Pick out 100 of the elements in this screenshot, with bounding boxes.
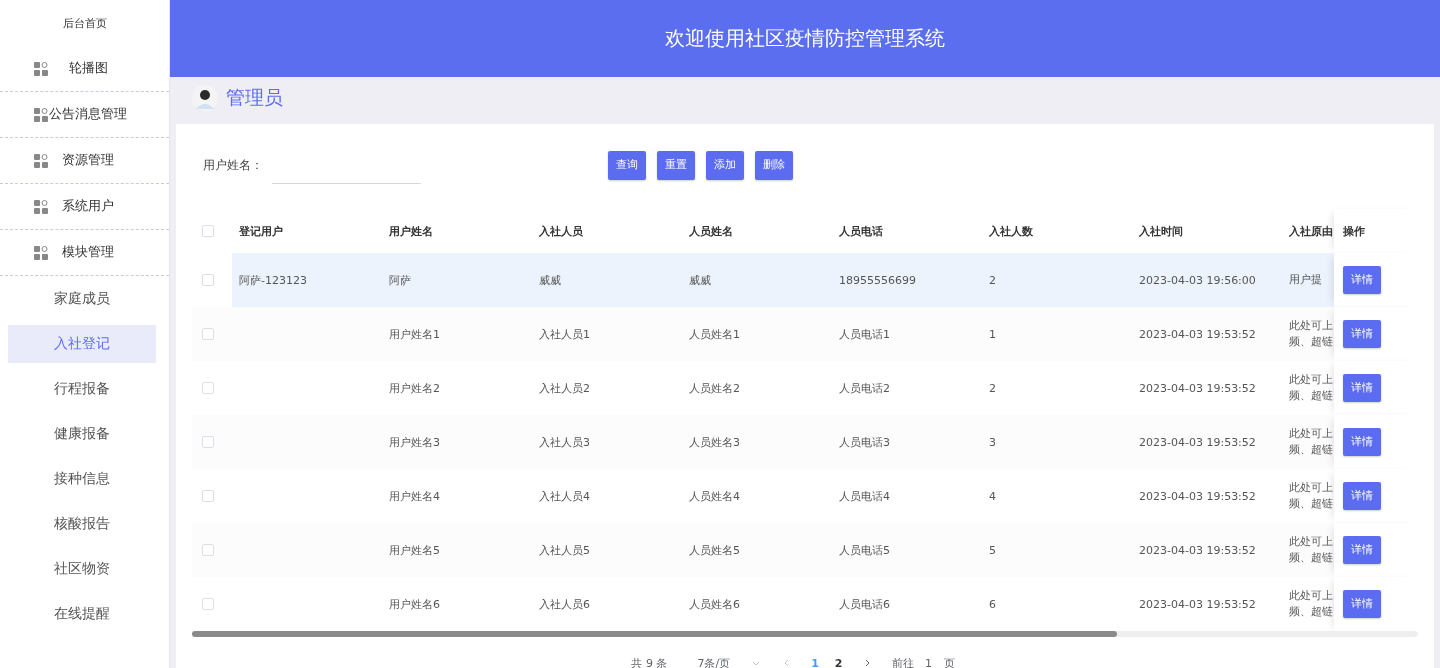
- checkbox[interactable]: [202, 382, 214, 394]
- table-cell: 入社人员5: [539, 542, 590, 558]
- table-cell: 用户姓名6: [389, 596, 440, 612]
- table-cell: 2023-04-03 19:53:52: [1139, 489, 1256, 503]
- table-cell: 用户姓名5: [389, 542, 440, 558]
- menu-item[interactable]: 轮播图: [48, 60, 128, 77]
- page-title: 欢迎使用社区疫情防控管理系统: [665, 25, 945, 52]
- table-cell-text: 用户提: [1289, 272, 1323, 288]
- column-header: 入社原由: [1289, 223, 1333, 239]
- table-cell: 人员姓名5: [689, 542, 740, 558]
- column-header: 入社人数: [989, 223, 1033, 239]
- menu-item[interactable]: 公告消息管理: [48, 106, 128, 123]
- checkbox[interactable]: [202, 490, 214, 502]
- table-cell: 2023-04-03 19:53:52: [1139, 597, 1256, 611]
- column-header: 用户姓名: [389, 223, 433, 239]
- table-cell: 入社人员2: [539, 380, 590, 396]
- checkbox[interactable]: [202, 544, 214, 556]
- table-cell: 此处可上频、超链: [1289, 372, 1334, 404]
- table-cell: 此处可上频、超链: [1289, 318, 1334, 350]
- menu-item[interactable]: 系统用户: [48, 198, 128, 215]
- table-cell: 人员姓名4: [689, 488, 740, 504]
- table-cell: 用户姓名1: [389, 326, 440, 342]
- submenu-item[interactable]: 入社登记: [8, 324, 156, 363]
- table-cell: 入社人员1: [539, 326, 590, 342]
- toolbar-button[interactable]: 添加: [706, 150, 744, 180]
- goto-label: 前往: [891, 655, 914, 668]
- table-cell: 用户姓名4: [389, 488, 440, 504]
- page-number[interactable]: 2: [834, 656, 843, 668]
- next-page-icon[interactable]: [864, 659, 870, 667]
- toolbar-button[interactable]: 重置: [657, 150, 695, 180]
- table-cell: 人员电话2: [839, 380, 890, 396]
- checkbox[interactable]: [202, 598, 214, 610]
- grid-icon: [34, 199, 48, 214]
- table-cell: 威威: [689, 272, 711, 288]
- table-cell: 此处可上频、超链: [1289, 480, 1334, 512]
- column-header: 人员电话: [839, 223, 883, 239]
- table-cell: 4: [989, 489, 996, 503]
- column-header: 操作: [1343, 223, 1365, 239]
- table-cell: 人员姓名3: [689, 434, 740, 450]
- table-cell: 此处可上频、超链: [1289, 426, 1334, 458]
- checkbox[interactable]: [202, 225, 214, 237]
- details-button[interactable]: 详情: [1343, 428, 1381, 456]
- total-count: 共 9 条: [631, 655, 668, 668]
- table-cell: 入社人员3: [539, 434, 590, 450]
- details-button[interactable]: 详情: [1343, 320, 1381, 348]
- grid-icon: [34, 153, 48, 168]
- details-button[interactable]: 详情: [1343, 590, 1381, 618]
- submenu-item[interactable]: 核酸报告: [8, 504, 156, 543]
- table-cell: 此处可上频、超链: [1289, 588, 1334, 620]
- page-size-select[interactable]: 7条/页: [697, 655, 731, 668]
- table-cell: 6: [989, 597, 996, 611]
- table-cell: 2023-04-03 19:53:52: [1139, 543, 1256, 557]
- checkbox[interactable]: [202, 328, 214, 340]
- submenu-item[interactable]: 行程报备: [8, 369, 156, 408]
- page-unit: 页: [943, 655, 955, 668]
- submenu-item[interactable]: 家庭成员: [8, 279, 156, 318]
- table-cell: 用户姓名3: [389, 434, 440, 450]
- submenu-item[interactable]: 接种信息: [8, 459, 156, 498]
- table-cell: 2023-04-03 19:53:52: [1139, 327, 1256, 341]
- table-cell: 威威: [539, 272, 561, 288]
- toolbar-button[interactable]: 删除: [755, 150, 793, 180]
- table-cell: 18955556699: [839, 273, 916, 287]
- submenu-item[interactable]: 在线提醒: [8, 594, 156, 633]
- toolbar-button[interactable]: 查询: [608, 150, 646, 180]
- table-cell: 人员电话5: [839, 542, 890, 558]
- menu-item[interactable]: 资源管理: [48, 152, 128, 169]
- table-cell: 2023-04-03 19:53:52: [1139, 435, 1256, 449]
- column-header: 入社人员: [539, 223, 583, 239]
- table-cell: 入社人员4: [539, 488, 590, 504]
- grid-icon: [34, 107, 48, 122]
- table-cell: 1: [989, 327, 996, 341]
- submenu-item[interactable]: 健康报备: [8, 414, 156, 453]
- details-button[interactable]: 详情: [1343, 482, 1381, 510]
- details-button[interactable]: 详情: [1343, 266, 1381, 294]
- table-cell: 2023-04-03 19:56:00: [1139, 273, 1256, 287]
- details-button[interactable]: 详情: [1343, 374, 1381, 402]
- scrollbar[interactable]: [192, 631, 1418, 637]
- table-cell: 人员姓名2: [689, 380, 740, 396]
- previous-page-icon[interactable]: [784, 659, 790, 667]
- column-header: 入社时间: [1139, 223, 1183, 239]
- caret-icon[interactable]: [752, 660, 761, 666]
- details-button[interactable]: 详情: [1343, 536, 1381, 564]
- table-cell: 人员电话3: [839, 434, 890, 450]
- table-cell: 2: [989, 381, 996, 395]
- table-cell: 5: [989, 543, 996, 557]
- table-cell: 人员姓名6: [689, 596, 740, 612]
- home-link[interactable]: 后台首页: [62, 15, 107, 31]
- menu-item[interactable]: 模块管理: [48, 244, 128, 261]
- table-cell: 人员电话6: [839, 596, 890, 612]
- table-cell: 人员电话1: [839, 326, 890, 342]
- checkbox[interactable]: [202, 274, 214, 286]
- grid-icon: [34, 245, 48, 260]
- column-header: 人员姓名: [689, 223, 733, 239]
- avatar-icon: [192, 84, 218, 111]
- field-label: 用户姓名：: [203, 157, 264, 173]
- table-cell: 2: [989, 273, 996, 287]
- submenu-item[interactable]: 社区物资: [8, 549, 156, 588]
- grid-icon: [34, 61, 48, 76]
- table-cell: 3: [989, 435, 996, 449]
- checkbox[interactable]: [202, 436, 214, 448]
